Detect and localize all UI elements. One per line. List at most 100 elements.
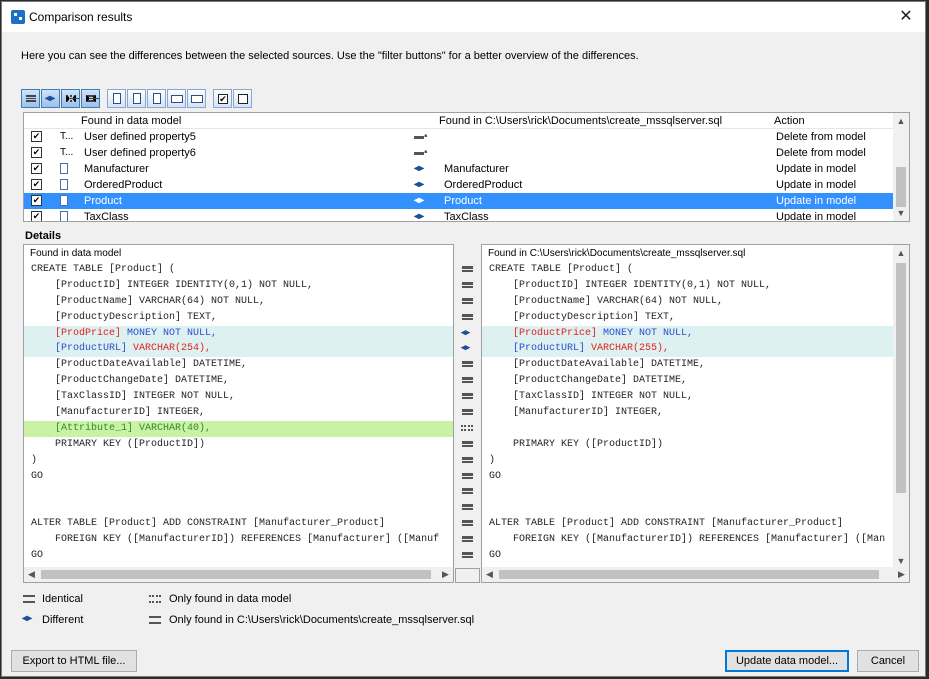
- title-bar: Comparison results ✕: [2, 2, 925, 32]
- show-different-button[interactable]: ◂▸: [41, 89, 60, 108]
- row-action: Update in model: [776, 195, 857, 207]
- gutter-marker: [455, 277, 480, 293]
- gutter-marker: [455, 420, 480, 436]
- filter-settings-button[interactable]: [147, 89, 166, 108]
- different-icon: ◂▸: [45, 93, 56, 104]
- code-line: [ProductPrice] MONEY NOT NULL,: [482, 325, 909, 342]
- left-hscrollbar[interactable]: ◀ ▶: [24, 567, 453, 582]
- show-only-file-button[interactable]: [81, 89, 100, 108]
- filter-fields-button[interactable]: [187, 89, 206, 108]
- code-line: CREATE TABLE [Product] (: [31, 264, 176, 275]
- row-checkbox[interactable]: ✔: [31, 147, 42, 158]
- only-model-icon: ▬▪: [414, 147, 428, 158]
- filter-tables-button[interactable]: [107, 89, 126, 108]
- legend-only-file: Only found in C:\Users\rick\Documents\cr…: [147, 613, 487, 629]
- code-line: GO: [31, 550, 44, 562]
- row-checkbox[interactable]: ✔: [31, 163, 42, 174]
- show-only-model-button[interactable]: [61, 89, 80, 108]
- legend-only-model: Only found in data model: [147, 592, 447, 608]
- filter-relations-button[interactable]: [127, 89, 146, 108]
- gutter-scrollbar[interactable]: [455, 568, 480, 583]
- right-vscroll-thumb[interactable]: [896, 263, 906, 493]
- code-line: PRIMARY KEY ([ProductID]): [489, 438, 664, 450]
- different-icon: ◂▸: [461, 326, 471, 337]
- row-checkbox[interactable]: ✔: [31, 211, 42, 221]
- cancel-button[interactable]: Cancel: [857, 650, 919, 672]
- row-model-name: OrderedProduct: [84, 179, 163, 191]
- relation-icon: [133, 93, 141, 104]
- scroll-thumb[interactable]: [896, 167, 906, 207]
- legend-different-label: Different: [42, 614, 84, 626]
- settings-icon: [153, 93, 161, 104]
- only-model-icon: [461, 424, 473, 431]
- show-identical-button[interactable]: [21, 89, 40, 108]
- gutter-marker: [455, 372, 480, 388]
- scroll-right-icon[interactable]: ▶: [894, 567, 909, 582]
- identical-icon: [462, 281, 473, 288]
- window-title: Comparison results: [29, 10, 133, 24]
- scroll-up-icon[interactable]: ▲: [893, 113, 909, 129]
- list-row[interactable]: ✔ T... User defined property6 ▬▪ Delete from…: [24, 145, 894, 161]
- scroll-down-icon[interactable]: ▼: [893, 205, 909, 221]
- list-row[interactable]: ✔ TaxClass ◂▸ TaxClass Update in model: [24, 209, 894, 222]
- scroll-left-icon[interactable]: ◀: [24, 567, 39, 582]
- right-hscrollbar[interactable]: ◀ ▶: [482, 567, 909, 582]
- row-action: Update in model: [776, 211, 857, 222]
- gutter-marker: [455, 483, 480, 499]
- list-row[interactable]: ✔ OrderedProduct ◂▸ OrderedProduct Update in…: [24, 177, 894, 193]
- col-action-header[interactable]: Action: [774, 115, 805, 127]
- scroll-left-icon[interactable]: ◀: [482, 567, 497, 582]
- only-model-icon: [149, 595, 161, 603]
- code-line: [ProductyDescription] TEXT,: [489, 311, 676, 323]
- row-action: Delete from model: [776, 147, 866, 159]
- list-row[interactable]: ✔ T... User defined property5 ▬▪ Delete from…: [24, 129, 894, 145]
- row-model-name: User defined property6: [84, 147, 196, 159]
- left-hscroll-thumb[interactable]: [41, 570, 431, 579]
- col-file-header[interactable]: Found in C:\Users\rick\Documents\create_…: [439, 115, 722, 127]
- identical-icon: [462, 409, 473, 416]
- code-line: [ProductDateAvailable] DATETIME,: [489, 359, 706, 371]
- list-row[interactable]: ✔ Manufacturer ◂▸ Manufacturer Update in mod…: [24, 161, 894, 177]
- legend-different: ◂▸ Different: [21, 613, 101, 629]
- code-line: [ManufacturerID] INTEGER,: [489, 407, 664, 419]
- check-all-button[interactable]: ✔: [213, 89, 232, 108]
- list-row[interactable]: ✔ Product ◂▸ Product Update in model: [24, 193, 894, 209]
- scroll-right-icon[interactable]: ▶: [438, 567, 453, 582]
- gutter-marker: [455, 468, 480, 484]
- scroll-up-icon[interactable]: ▲: [893, 245, 909, 261]
- gutter-marker: ◂▸: [455, 340, 480, 356]
- gutter-marker: ◂▸: [455, 325, 480, 341]
- row-checkbox[interactable]: ✔: [31, 179, 42, 190]
- difference-list: Found in data model Found in C:\Users\ri…: [23, 112, 910, 222]
- filter-properties-button[interactable]: [167, 89, 186, 108]
- gutter-marker: [455, 356, 480, 372]
- row-checkbox[interactable]: ✔: [31, 195, 42, 206]
- right-vscrollbar[interactable]: ▲ ▼: [893, 245, 909, 569]
- export-html-button[interactable]: Export to HTML file...: [11, 650, 137, 672]
- table-icon: [60, 179, 68, 190]
- row-checkbox[interactable]: ✔: [31, 131, 42, 142]
- code-line: [ProductChangeDate] DATETIME,: [489, 375, 688, 387]
- update-data-model-button[interactable]: Update data model...: [725, 650, 849, 672]
- field-icon: [191, 95, 203, 103]
- table-icon: [113, 93, 121, 104]
- right-hscroll-thumb[interactable]: [499, 570, 879, 579]
- uncheck-all-button[interactable]: [233, 89, 252, 108]
- different-icon: ◂▸: [461, 342, 471, 353]
- code-line: [ProductName] VARCHAR(64) NOT NULL,: [31, 295, 266, 307]
- row-model-name: User defined property5: [84, 131, 196, 143]
- only-model-icon: [66, 95, 79, 102]
- right-code-pane[interactable]: Found in C:\Users\rick\Documents\create_…: [481, 244, 910, 583]
- close-button[interactable]: ✕: [891, 5, 921, 29]
- gutter-marker: [455, 293, 480, 309]
- gutter-marker: [455, 436, 480, 452]
- row-model-name: Manufacturer: [84, 163, 149, 175]
- left-code-pane[interactable]: Found in data model CREATE TABLE [Produc…: [23, 244, 454, 583]
- col-model-header[interactable]: Found in data model: [81, 115, 181, 127]
- list-scrollbar[interactable]: ▲ ▼: [893, 113, 909, 221]
- gutter-marker: [455, 261, 480, 277]
